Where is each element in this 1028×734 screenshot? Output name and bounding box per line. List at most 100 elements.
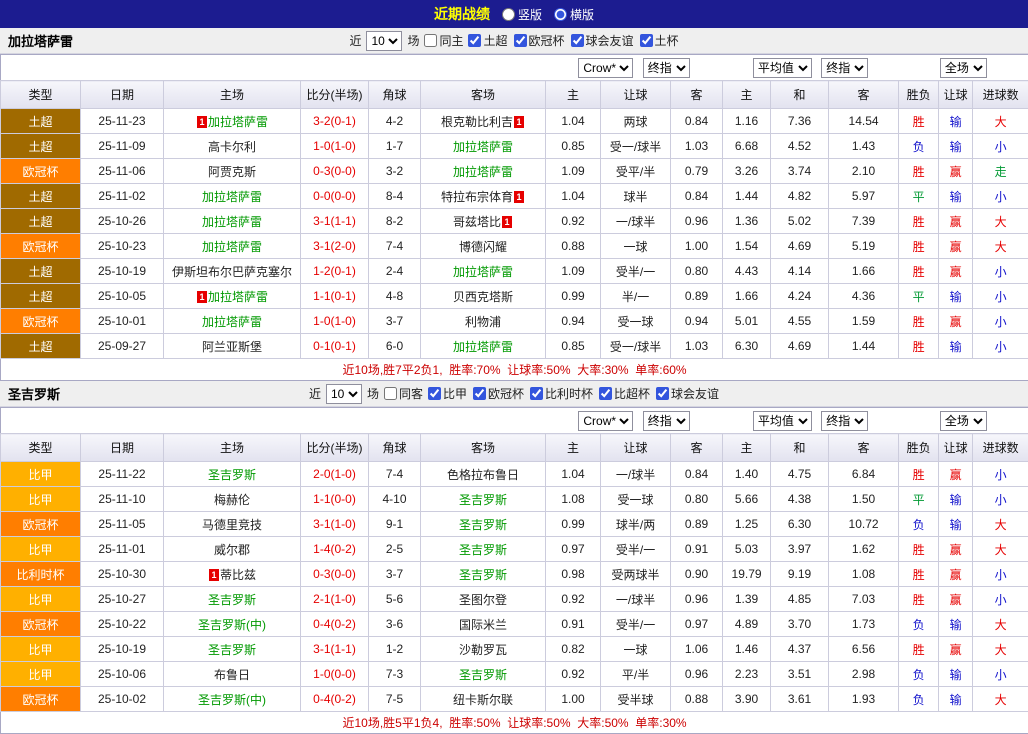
match-count-select[interactable]: 10 [366, 31, 402, 51]
asian-odds-stage-select[interactable]: 终指 [643, 58, 690, 78]
home-team-name[interactable]: 圣吉罗斯 [208, 593, 256, 607]
league-badge: 欧冠杯 [1, 234, 81, 259]
home-team-name[interactable]: 高卡尔利 [208, 140, 256, 154]
league-filter-checkbox[interactable] [514, 34, 527, 47]
column-header: 主 [723, 81, 771, 109]
home-team-name[interactable]: 加拉塔萨雷 [202, 240, 262, 254]
same-venue-filter[interactable]: 同客 [384, 385, 423, 402]
home-team-name[interactable]: 圣吉罗斯 [208, 468, 256, 482]
league-filter[interactable]: 比利时杯 [530, 385, 593, 402]
league-filter-checkbox[interactable] [473, 387, 486, 400]
league-filter-checkbox[interactable] [571, 34, 584, 47]
scope-select[interactable]: 全场 [940, 58, 987, 78]
same-venue-checkbox[interactable] [384, 387, 397, 400]
league-filter[interactable]: 比甲 [428, 385, 467, 402]
league-filter-checkbox[interactable] [428, 387, 441, 400]
asian-handicap: 球半/两 [601, 512, 671, 537]
away-team-name[interactable]: 圣吉罗斯 [459, 543, 507, 557]
asian-away-odds: 0.97 [671, 612, 723, 637]
away-team-name[interactable]: 圣吉罗斯 [459, 518, 507, 532]
away-team-name[interactable]: 圣吉罗斯 [459, 493, 507, 507]
asian-handicap: 受一球 [601, 487, 671, 512]
match-count-select[interactable]: 10 [326, 384, 362, 404]
away-team-name[interactable]: 色格拉布鲁日 [447, 468, 519, 482]
home-team-name[interactable]: 马德里竞技 [202, 518, 262, 532]
match-row: 欧冠杯25-10-22圣吉罗斯(中)0-4(0-2)3-6国际米兰0.91受半/… [1, 612, 1028, 637]
same-venue-filter[interactable]: 同主 [424, 32, 463, 49]
result-outcome: 负 [899, 134, 939, 159]
away-team-name[interactable]: 博德闪耀 [459, 240, 507, 254]
away-team-name[interactable]: 纽卡斯尔联 [453, 693, 513, 707]
euro-odds-average-select[interactable]: 平均值 [753, 58, 812, 78]
euro-odds-average-select[interactable]: 平均值 [753, 411, 812, 431]
league-filter[interactable]: 土超 [468, 32, 507, 49]
euro-away-odds: 1.73 [829, 612, 899, 637]
home-team: 高卡尔利 [164, 134, 301, 159]
home-team-name[interactable]: 加拉塔萨雷 [208, 290, 268, 304]
euro-odds-stage-select[interactable]: 终指 [821, 411, 868, 431]
home-team-name[interactable]: 圣吉罗斯 [208, 643, 256, 657]
layout-horizontal-radio[interactable] [554, 8, 567, 21]
home-team-name[interactable]: 阿贾克斯 [208, 165, 256, 179]
away-team-name[interactable]: 利物浦 [465, 315, 501, 329]
league-filter[interactable]: 欧冠杯 [473, 385, 524, 402]
league-filter[interactable]: 土杯 [640, 32, 679, 49]
home-team-name[interactable]: 伊斯坦布尔巴萨克塞尔 [172, 265, 292, 279]
column-header: 让球 [939, 81, 973, 109]
away-team-name[interactable]: 加拉塔萨雷 [453, 165, 513, 179]
away-team-name[interactable]: 国际米兰 [459, 618, 507, 632]
home-team-name[interactable]: 布鲁日 [214, 668, 250, 682]
home-team-name[interactable]: 蒂比兹 [220, 568, 256, 582]
away-team-name[interactable]: 贝西克塔斯 [453, 290, 513, 304]
asian-handicap: 两球 [601, 109, 671, 134]
home-team-name[interactable]: 梅赫伦 [214, 493, 250, 507]
league-filter[interactable]: 球会友谊 [656, 385, 719, 402]
result-outcome: 胜 [899, 234, 939, 259]
away-team-name[interactable]: 特拉布宗体育 [441, 190, 513, 204]
away-team-name[interactable]: 加拉塔萨雷 [453, 140, 513, 154]
same-venue-checkbox[interactable] [424, 34, 437, 47]
match-row: 欧冠杯25-10-23加拉塔萨雷3-1(2-0)7-4博德闪耀0.88一球1.0… [1, 234, 1028, 259]
asian-odds-company-select[interactable]: Crow* [578, 411, 633, 431]
asian-handicap: 受半/一 [601, 612, 671, 637]
away-team-name[interactable]: 根克勒比利吉 [441, 115, 513, 129]
away-team-name[interactable]: 哥兹塔比 [453, 215, 501, 229]
home-team-name[interactable]: 加拉塔萨雷 [202, 315, 262, 329]
layout-horizontal-option[interactable]: 横版 [554, 6, 594, 23]
asian-away-odds: 0.96 [671, 209, 723, 234]
away-team-name[interactable]: 沙勒罗瓦 [459, 643, 507, 657]
league-filter-checkbox[interactable] [599, 387, 612, 400]
away-team-name[interactable]: 圣吉罗斯 [459, 668, 507, 682]
away-team-name[interactable]: 加拉塔萨雷 [453, 265, 513, 279]
home-team-name[interactable]: 阿兰亚斯堡 [202, 340, 262, 354]
home-team-name[interactable]: 加拉塔萨雷 [202, 190, 262, 204]
away-team-name[interactable]: 加拉塔萨雷 [453, 340, 513, 354]
asian-odds-stage-select[interactable]: 终指 [643, 411, 690, 431]
away-team-name[interactable]: 圣图尔登 [459, 593, 507, 607]
home-team: 布鲁日 [164, 662, 301, 687]
away-team-name[interactable]: 圣吉罗斯 [459, 568, 507, 582]
corner-score: 7-4 [369, 462, 421, 487]
home-team-name[interactable]: 加拉塔萨雷 [208, 115, 268, 129]
league-filter[interactable]: 欧冠杯 [514, 32, 565, 49]
home-team-name[interactable]: 威尔郡 [214, 543, 250, 557]
home-team-name[interactable]: 圣吉罗斯(中) [198, 618, 266, 632]
euro-odds-stage-select[interactable]: 终指 [821, 58, 868, 78]
league-filter-checkbox[interactable] [656, 387, 669, 400]
league-filter-checkbox[interactable] [468, 34, 481, 47]
result-handicap: 输 [939, 687, 973, 712]
asian-odds-company-select[interactable]: Crow* [578, 58, 633, 78]
league-filter-checkbox[interactable] [530, 387, 543, 400]
layout-vertical-radio[interactable] [502, 8, 515, 21]
home-team-name[interactable]: 加拉塔萨雷 [202, 215, 262, 229]
home-team-name[interactable]: 圣吉罗斯(中) [198, 693, 266, 707]
result-outcome: 胜 [899, 587, 939, 612]
scope-select[interactable]: 全场 [940, 411, 987, 431]
home-team: 圣吉罗斯(中) [164, 612, 301, 637]
match-score: 3-1(1-1) [301, 209, 369, 234]
match-date: 25-10-05 [81, 284, 164, 309]
league-filter-checkbox[interactable] [640, 34, 653, 47]
league-filter[interactable]: 比超杯 [599, 385, 650, 402]
league-filter[interactable]: 球会友谊 [571, 32, 634, 49]
layout-vertical-option[interactable]: 竖版 [502, 6, 542, 23]
